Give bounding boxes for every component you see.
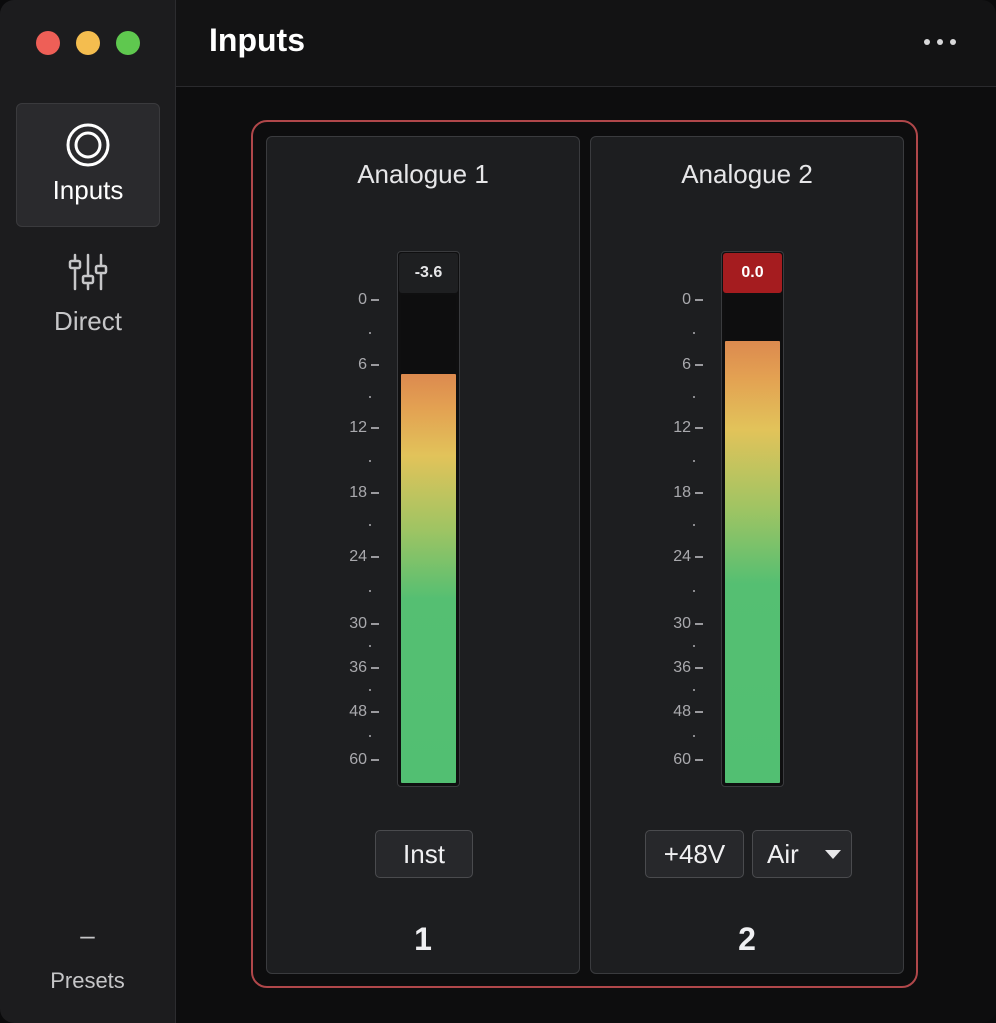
zoom-window-button[interactable] bbox=[116, 31, 140, 55]
meter-tick-label: 6 bbox=[358, 356, 367, 373]
more-options-button[interactable] bbox=[924, 39, 956, 47]
meter-tick-mark bbox=[371, 556, 379, 558]
meter-tick-mark bbox=[371, 623, 379, 625]
meter-tick-mark bbox=[695, 556, 703, 558]
meter-track bbox=[725, 295, 780, 783]
meter-tick-mark bbox=[371, 299, 379, 301]
meter-tick-label: 36 bbox=[349, 659, 367, 676]
meter-minor-tick bbox=[369, 689, 371, 691]
channel-panel-2[interactable]: Analogue 2 0 6 12 18 24 30 36 48 60 0.0 +48V Air… bbox=[590, 136, 904, 974]
meter-minor-tick bbox=[369, 645, 371, 647]
meter-minor-tick bbox=[693, 395, 695, 398]
minimize-window-button[interactable] bbox=[76, 31, 100, 55]
meter-tick-label: 24 bbox=[349, 548, 367, 565]
more-dot-icon bbox=[950, 39, 956, 45]
presets-label[interactable]: Presets bbox=[0, 968, 175, 994]
peak-readout: 0.0 bbox=[723, 253, 782, 293]
level-meter: 0.0 bbox=[721, 251, 784, 787]
meter-minor-tick bbox=[369, 395, 371, 398]
channel-panel-1[interactable]: Analogue 1 0 6 12 18 24 30 36 48 60 -3.6 Inst 1 bbox=[266, 136, 580, 974]
sidebar: Inputs Direct – Presets bbox=[0, 0, 176, 1023]
sidebar-item-inputs[interactable]: Inputs bbox=[16, 103, 160, 227]
page-title: Inputs bbox=[209, 22, 305, 58]
channel-number: 2 bbox=[738, 921, 756, 957]
peak-readout: -3.6 bbox=[399, 253, 458, 293]
channel-title: Analogue 1 bbox=[357, 159, 489, 189]
meter-tick-mark bbox=[371, 667, 379, 669]
meter-minor-tick bbox=[693, 689, 695, 691]
meter-tick-label: 30 bbox=[349, 615, 367, 632]
meter-tick-mark bbox=[695, 759, 703, 761]
meter-tick-label: 6 bbox=[682, 356, 691, 373]
channel-title: Analogue 2 bbox=[681, 159, 813, 189]
meter-minor-tick bbox=[369, 459, 371, 462]
meter-tick-mark bbox=[371, 364, 379, 366]
header-bar: Inputs bbox=[176, 0, 996, 87]
meter-tick-mark bbox=[695, 711, 703, 713]
meter-track bbox=[401, 295, 456, 783]
meter-minor-tick bbox=[693, 331, 695, 334]
meter-minor-tick bbox=[369, 331, 371, 334]
meter-minor-tick bbox=[369, 524, 371, 526]
meter-tick-label: 0 bbox=[358, 291, 367, 308]
meter-tick-label: 18 bbox=[673, 484, 691, 501]
meter-tick-mark bbox=[371, 492, 379, 494]
inst-button[interactable]: Inst bbox=[375, 830, 473, 878]
meter-minor-tick bbox=[369, 589, 371, 592]
meter-minor-tick bbox=[693, 735, 695, 737]
meter-tick-mark bbox=[695, 427, 703, 429]
meter-minor-tick bbox=[693, 524, 695, 526]
meter-minor-tick bbox=[369, 735, 371, 737]
meter-tick-label: 30 bbox=[673, 615, 691, 632]
meter-tick-mark bbox=[695, 299, 703, 301]
meter-tick-label: 48 bbox=[349, 703, 367, 720]
app-window: Inputs Direct – Presets Inputs Analogue … bbox=[0, 0, 996, 1023]
sidebar-item-label: Direct bbox=[54, 306, 122, 336]
meter-tick-label: 60 bbox=[349, 751, 367, 768]
meter-fill bbox=[401, 374, 456, 783]
more-dot-icon bbox=[937, 39, 943, 45]
meter-minor-tick bbox=[693, 589, 695, 592]
meter-tick-label: 36 bbox=[673, 659, 691, 676]
meter-tick-label: 24 bbox=[673, 548, 691, 565]
meter-tick-mark bbox=[371, 711, 379, 713]
air-select[interactable]: Air bbox=[752, 830, 852, 878]
chevron-down-icon bbox=[825, 850, 841, 859]
meter-tick-label: 12 bbox=[673, 419, 691, 436]
meter-fill bbox=[725, 341, 780, 783]
meter-tick-label: 18 bbox=[349, 484, 367, 501]
more-dot-icon bbox=[924, 39, 930, 45]
meter-minor-tick bbox=[693, 459, 695, 462]
channel-number: 1 bbox=[414, 921, 432, 957]
sidebar-item-label: Inputs bbox=[52, 175, 124, 205]
mixer-sliders-icon bbox=[68, 253, 108, 291]
meter-tick-mark bbox=[695, 623, 703, 625]
air-select-value: Air bbox=[767, 839, 799, 869]
meter-tick-label: 60 bbox=[673, 751, 691, 768]
meter-minor-tick bbox=[693, 645, 695, 647]
presets-dash[interactable]: – bbox=[0, 920, 175, 951]
inputs-ring-icon bbox=[66, 123, 110, 167]
meter-tick-mark bbox=[695, 667, 703, 669]
meter-tick-label: 48 bbox=[673, 703, 691, 720]
meter-tick-label: 0 bbox=[682, 291, 691, 308]
close-window-button[interactable] bbox=[36, 31, 60, 55]
level-meter: -3.6 bbox=[397, 251, 460, 787]
phantom-power-button[interactable]: +48V bbox=[645, 830, 744, 878]
sidebar-item-direct[interactable]: Direct bbox=[16, 243, 160, 367]
meter-tick-label: 12 bbox=[349, 419, 367, 436]
meter-tick-mark bbox=[371, 427, 379, 429]
meter-tick-mark bbox=[695, 492, 703, 494]
meter-tick-mark bbox=[371, 759, 379, 761]
meter-tick-mark bbox=[695, 364, 703, 366]
